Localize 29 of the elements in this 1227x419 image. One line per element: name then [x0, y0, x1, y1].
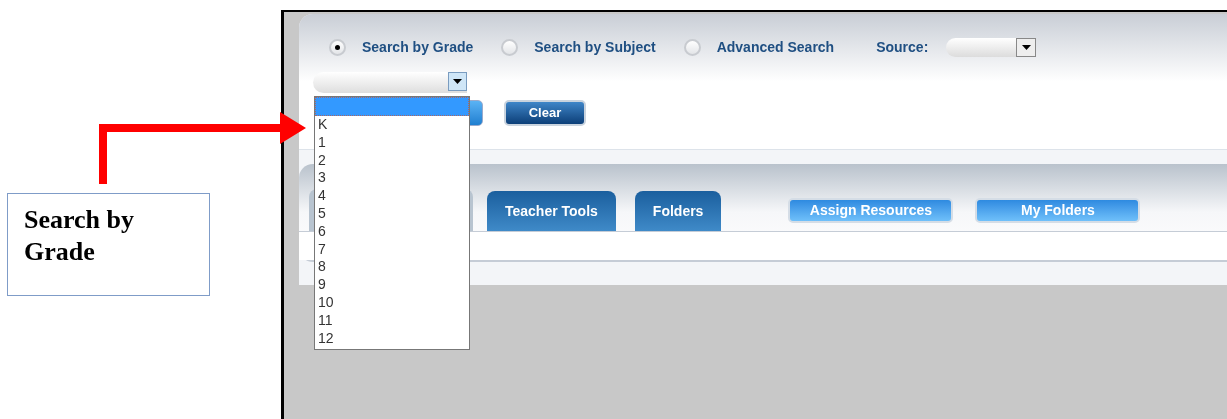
grade-option[interactable]: 1 — [315, 133, 469, 152]
clear-button[interactable]: Clear — [504, 100, 586, 126]
radio-button[interactable] — [329, 38, 346, 56]
callout-text: Search by Grade — [24, 204, 136, 268]
grade-select[interactable] — [313, 72, 467, 93]
grade-option[interactable]: 8 — [315, 258, 469, 277]
grade-option[interactable]: 7 — [315, 240, 469, 259]
blank-option[interactable] — [315, 97, 469, 116]
grade-option[interactable]: 6 — [315, 222, 469, 241]
grade-option[interactable]: 12 — [315, 329, 469, 348]
grade-option[interactable]: K — [315, 116, 469, 134]
source-select[interactable] — [946, 37, 1037, 57]
grade-option[interactable]: 11 — [315, 311, 469, 330]
radio-label: Search by Subject — [534, 37, 656, 57]
grade-option[interactable]: 2 — [315, 151, 469, 170]
grade-option[interactable]: 3 — [315, 169, 469, 188]
tab[interactable]: Folders — [634, 191, 722, 231]
grade-option[interactable]: 5 — [315, 205, 469, 223]
source-label: Source: — [876, 37, 929, 57]
radio-button[interactable] — [683, 38, 701, 56]
radio-label: Advanced Search — [716, 37, 835, 57]
tab[interactable]: Teacher Tools — [487, 191, 616, 231]
radio-label: Search by Grade — [362, 37, 474, 57]
grade-option[interactable]: 9 — [315, 276, 469, 294]
radio-button[interactable] — [501, 38, 519, 56]
grade-option[interactable]: 4 — [315, 187, 469, 205]
dropdown-caret-icon — [1016, 37, 1037, 57]
dropdown-caret-icon — [448, 72, 467, 91]
grade-option[interactable]: 10 — [315, 293, 469, 312]
